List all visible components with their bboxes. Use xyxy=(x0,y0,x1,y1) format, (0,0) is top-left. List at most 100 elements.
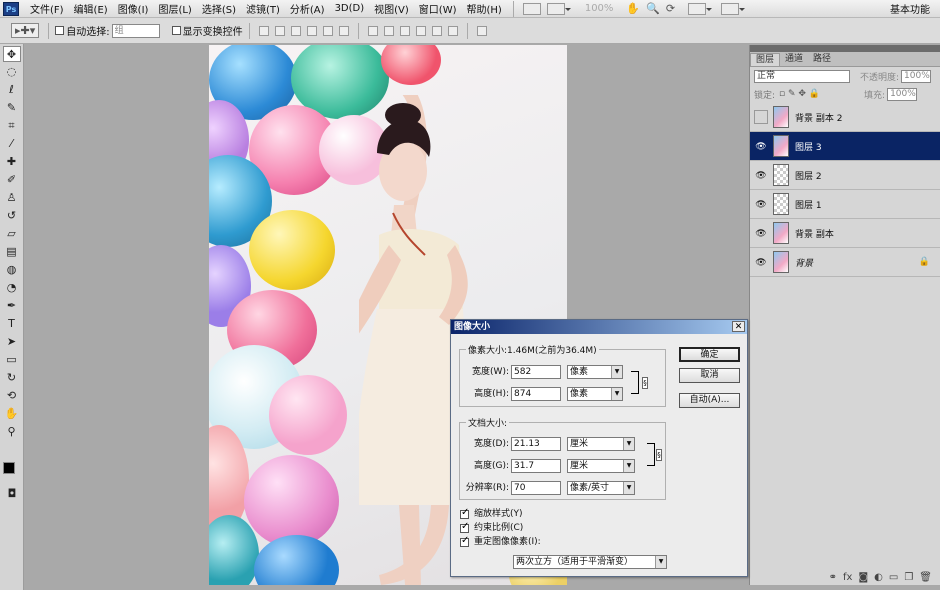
close-icon[interactable]: ✕ xyxy=(732,321,745,332)
auto-button[interactable]: 自动(A)... xyxy=(679,393,740,408)
distribute-hcenter-icon[interactable] xyxy=(431,25,442,36)
menu-select[interactable]: 选择(S) xyxy=(197,1,241,16)
constrain-proportions-option[interactable]: 约束比例(C) xyxy=(460,521,523,534)
healing-tool-icon[interactable]: ✚ xyxy=(3,154,21,170)
menu-layer[interactable]: 图层(L) xyxy=(153,1,196,16)
dodge-tool-icon[interactable]: ◔ xyxy=(3,280,21,296)
visibility-toggle[interactable] xyxy=(754,110,768,124)
align-right-icon[interactable] xyxy=(338,25,349,36)
fill-field[interactable]: 100% xyxy=(887,87,918,101)
layer-row[interactable]: 👁 背景 副本 xyxy=(750,219,940,248)
align-vcenter-icon[interactable] xyxy=(274,25,285,36)
menu-window[interactable]: 窗口(W) xyxy=(414,1,462,16)
delete-layer-icon[interactable]: 🗑 xyxy=(919,572,932,583)
distribute-left-icon[interactable] xyxy=(415,25,426,36)
cancel-button[interactable]: 取消 xyxy=(679,368,740,383)
3d-orbit-tool-icon[interactable]: ⟲ xyxy=(3,388,21,404)
layer-row-selected[interactable]: 👁 图层 3 xyxy=(750,132,940,161)
align-top-icon[interactable] xyxy=(258,25,269,36)
quick-select-tool-icon[interactable]: ✎ xyxy=(3,100,21,116)
eye-icon[interactable]: 👁 xyxy=(754,226,768,240)
dialog-title-bar[interactable]: 图像大小 ✕ xyxy=(451,320,747,334)
pixel-width-unit-select[interactable]: 像素 xyxy=(567,365,623,379)
panel-collapse-strip[interactable] xyxy=(750,45,940,52)
menu-analysis[interactable]: 分析(A) xyxy=(285,1,330,16)
link-layers-icon[interactable]: ⚭ xyxy=(829,572,837,583)
quick-mask-icon[interactable]: ◘ xyxy=(3,486,21,502)
layer-row[interactable]: 👁 图层 1 xyxy=(750,190,940,219)
history-brush-tool-icon[interactable]: ↺ xyxy=(3,208,21,224)
resolution-unit-select[interactable]: 像素/英寸 xyxy=(567,481,635,495)
opacity-field[interactable]: 100% xyxy=(901,69,932,83)
distribute-top-icon[interactable] xyxy=(367,25,378,36)
pixel-width-input[interactable]: 582 xyxy=(511,365,561,379)
layer-row[interactable]: 👁 图层 2 xyxy=(750,161,940,190)
tab-paths[interactable]: 路径 xyxy=(808,53,836,66)
eraser-tool-icon[interactable]: ▱ xyxy=(3,226,21,242)
screen-mode-icon[interactable] xyxy=(721,2,746,15)
group-icon[interactable]: ▭ xyxy=(889,572,898,583)
hand-tool-icon[interactable]: ✋ xyxy=(3,406,21,422)
distribute-bottom-icon[interactable] xyxy=(399,25,410,36)
type-tool-icon[interactable]: T xyxy=(3,316,21,332)
layer-row[interactable]: 👁 背景 🔒 xyxy=(750,248,940,277)
menu-filter[interactable]: 滤镜(T) xyxy=(241,1,285,16)
blur-tool-icon[interactable]: ◍ xyxy=(3,262,21,278)
hand-icon[interactable]: ✋ xyxy=(626,2,640,15)
3d-rotate-tool-icon[interactable]: ↻ xyxy=(3,370,21,386)
align-hcenter-icon[interactable] xyxy=(322,25,333,36)
resample-method-select[interactable]: 两次立方（适用于平滑渐变） xyxy=(513,555,667,569)
resample-checkbox[interactable] xyxy=(460,535,469,547)
menu-3d[interactable]: 3D(D) xyxy=(330,3,370,14)
move-tool-icon[interactable]: ✥ xyxy=(2,46,21,62)
distribute-right-icon[interactable] xyxy=(447,25,458,36)
scale-styles-option[interactable]: 缩放样式(Y) xyxy=(460,507,523,520)
eye-icon[interactable]: 👁 xyxy=(754,197,768,211)
menu-image[interactable]: 图像(I) xyxy=(113,1,154,16)
fx-icon[interactable]: fx xyxy=(843,572,852,583)
workspace-switcher[interactable]: 基本功能 xyxy=(890,1,930,16)
align-bottom-icon[interactable] xyxy=(290,25,301,36)
rotate-view-icon[interactable]: ⟳ xyxy=(666,2,675,15)
menu-help[interactable]: 帮助(H) xyxy=(462,1,507,16)
layer-row[interactable]: 背景 副本 2 xyxy=(750,103,940,132)
menu-file[interactable]: 文件(F) xyxy=(25,1,69,16)
move-tool-preset-icon[interactable]: ▸✚▾ xyxy=(11,23,40,38)
doc-width-unit-select[interactable]: 厘米 xyxy=(567,437,635,451)
auto-align-icon[interactable] xyxy=(476,25,487,36)
lock-icons[interactable]: ▫ ✎ ✥ 🔒 xyxy=(779,89,820,99)
tab-channels[interactable]: 通道 xyxy=(780,53,808,66)
distribute-vcenter-icon[interactable] xyxy=(383,25,394,36)
resample-option[interactable]: 重定图像像素(I): xyxy=(460,535,541,548)
auto-select-checkbox[interactable] xyxy=(55,26,65,35)
show-transform-checkbox[interactable] xyxy=(171,26,181,35)
blend-mode-dropdown[interactable]: 正常 xyxy=(754,69,850,83)
menu-edit[interactable]: 编辑(E) xyxy=(69,1,113,16)
eye-icon[interactable]: 👁 xyxy=(754,168,768,182)
doc-height-unit-select[interactable]: 厘米 xyxy=(567,459,635,473)
zoom-level[interactable]: 100% xyxy=(585,3,614,14)
marquee-tool-icon[interactable]: ◌ xyxy=(3,64,21,80)
eyedropper-tool-icon[interactable]: ⁄ xyxy=(3,136,21,152)
arrange-documents-icon[interactable] xyxy=(688,2,713,15)
lasso-tool-icon[interactable]: ℓ xyxy=(3,82,21,98)
shape-tool-icon[interactable]: ▭ xyxy=(3,352,21,368)
bridge-icon[interactable] xyxy=(522,2,541,15)
eye-icon[interactable]: 👁 xyxy=(754,139,768,153)
new-layer-icon[interactable]: ❐ xyxy=(904,572,913,583)
doc-width-input[interactable]: 21.13 xyxy=(511,437,561,451)
doc-height-input[interactable]: 31.7 xyxy=(511,459,561,473)
scale-styles-checkbox[interactable] xyxy=(460,507,469,519)
zoom-icon[interactable]: 🔍 xyxy=(646,2,660,15)
crop-tool-icon[interactable]: ⌗ xyxy=(3,118,21,134)
ok-button[interactable]: 确定 xyxy=(679,347,740,362)
zoom-tool-icon[interactable]: ⚲ xyxy=(3,424,21,440)
constrain-proportions-checkbox[interactable] xyxy=(460,521,469,533)
align-left-icon[interactable] xyxy=(306,25,317,36)
gradient-tool-icon[interactable]: ▤ xyxy=(3,244,21,260)
view-extras-icon[interactable] xyxy=(546,2,571,15)
path-select-tool-icon[interactable]: ➤ xyxy=(3,334,21,350)
pixel-height-unit-select[interactable]: 像素 xyxy=(567,387,623,401)
pixel-height-input[interactable]: 874 xyxy=(511,387,561,401)
stamp-tool-icon[interactable]: ♙ xyxy=(3,190,21,206)
